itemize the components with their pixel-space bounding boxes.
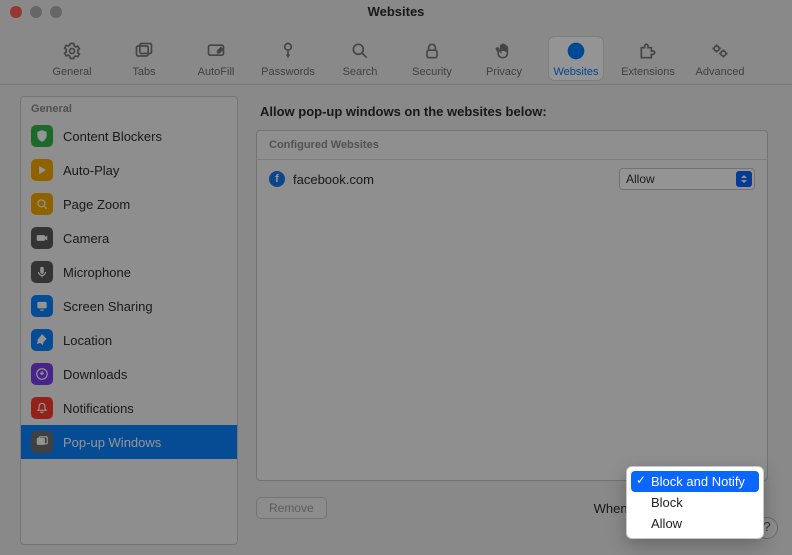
toolbar-advanced[interactable]: Advanced (693, 37, 747, 80)
toolbar-general[interactable]: General (45, 37, 99, 80)
preferences-window: Websites General Tabs AutoFill Passwords Sea… (0, 0, 792, 555)
location-arrow-icon (31, 329, 53, 351)
sidebar-item-pop-up-windows[interactable]: Pop-up Windows (21, 425, 237, 459)
download-icon (31, 363, 53, 385)
toolbar-label: AutoFill (198, 66, 235, 78)
remove-button[interactable]: Remove (256, 497, 327, 519)
window-title: Websites (368, 4, 425, 19)
other-websites-dropdown[interactable]: Block and NotifyBlockAllow (626, 466, 764, 539)
configured-header: Configured Websites (257, 131, 767, 160)
site-permission-value: Allow (626, 172, 655, 186)
bell-icon (31, 397, 53, 419)
sidebar-item-content-blockers[interactable]: Content Blockers (21, 119, 237, 153)
toolbar-websites[interactable]: Websites (549, 37, 603, 80)
sidebar-item-label: Microphone (63, 265, 131, 280)
preferences-toolbar: General Tabs AutoFill Passwords Search Securi… (0, 24, 792, 85)
minimize-icon[interactable] (30, 6, 42, 18)
camera-icon (31, 227, 53, 249)
sidebar-header: General (21, 97, 237, 119)
sidebar-item-location[interactable]: Location (21, 323, 237, 357)
close-icon[interactable] (10, 6, 22, 18)
sidebar-item-label: Notifications (63, 401, 134, 416)
sidebar-item-camera[interactable]: Camera (21, 221, 237, 255)
shield-icon (31, 125, 53, 147)
toolbar-label: Tabs (132, 66, 155, 78)
gears-icon (710, 41, 730, 64)
key-icon (278, 41, 298, 64)
toolbar-tabs[interactable]: Tabs (117, 37, 171, 80)
toolbar-privacy[interactable]: Privacy (477, 37, 531, 80)
sidebar-item-label: Screen Sharing (63, 299, 153, 314)
sidebar-item-label: Content Blockers (63, 129, 162, 144)
updown-arrows-icon (736, 171, 752, 187)
toolbar-label: Search (343, 66, 378, 78)
screen-icon (31, 295, 53, 317)
window-controls (10, 6, 62, 18)
facebook-favicon-icon: f (269, 171, 285, 187)
autofill-icon (206, 41, 226, 64)
zoom-icon[interactable] (50, 6, 62, 18)
dropdown-option-block-and-notify[interactable]: Block and Notify (631, 471, 759, 492)
lock-icon (422, 41, 442, 64)
search-icon (350, 41, 370, 64)
site-row[interactable]: f facebook.com Allow (257, 160, 767, 198)
toolbar-extensions[interactable]: Extensions (621, 37, 675, 80)
hand-icon (494, 41, 514, 64)
windows-icon (31, 431, 53, 453)
sidebar-item-label: Downloads (63, 367, 127, 382)
toolbar-label: Passwords (261, 66, 315, 78)
sidebar-item-label: Auto-Play (63, 163, 119, 178)
sidebar-item-label: Pop-up Windows (63, 435, 161, 450)
toolbar-autofill[interactable]: AutoFill (189, 37, 243, 80)
dropdown-option-allow[interactable]: Allow (631, 513, 759, 534)
magnifier-icon (31, 193, 53, 215)
toolbar-label: Security (412, 66, 452, 78)
sidebar-item-label: Page Zoom (63, 197, 130, 212)
toolbar-passwords[interactable]: Passwords (261, 37, 315, 80)
toolbar-label: General (52, 66, 91, 78)
toolbar-security[interactable]: Security (405, 37, 459, 80)
globe-icon (566, 41, 586, 64)
sidebar-item-screen-sharing[interactable]: Screen Sharing (21, 289, 237, 323)
toolbar-label: Extensions (621, 66, 675, 78)
sidebar-item-page-zoom[interactable]: Page Zoom (21, 187, 237, 221)
toolbar-label: Advanced (696, 66, 745, 78)
site-name: facebook.com (293, 172, 611, 187)
sidebar-item-label: Location (63, 333, 112, 348)
toolbar-label: Privacy (486, 66, 522, 78)
gear-icon (62, 41, 82, 64)
sidebar-item-auto-play[interactable]: Auto-Play (21, 153, 237, 187)
sidebar-item-microphone[interactable]: Microphone (21, 255, 237, 289)
sidebar-item-label: Camera (63, 231, 109, 246)
titlebar: Websites (0, 0, 792, 24)
sidebar-item-notifications[interactable]: Notifications (21, 391, 237, 425)
toolbar-search[interactable]: Search (333, 37, 387, 80)
microphone-icon (31, 261, 53, 283)
sidebar-item-downloads[interactable]: Downloads (21, 357, 237, 391)
site-permission-select[interactable]: Allow (619, 168, 755, 190)
configured-websites-box: Configured Websites f facebook.com Allow (256, 130, 768, 481)
tabs-icon (134, 41, 154, 64)
puzzle-icon (638, 41, 658, 64)
play-icon (31, 159, 53, 181)
toolbar-label: Websites (553, 66, 598, 78)
dropdown-option-block[interactable]: Block (631, 492, 759, 513)
panel-heading: Allow pop-up windows on the websites bel… (256, 96, 782, 129)
sidebar: General Content Blockers Auto-Play Page Zo… (20, 96, 238, 545)
